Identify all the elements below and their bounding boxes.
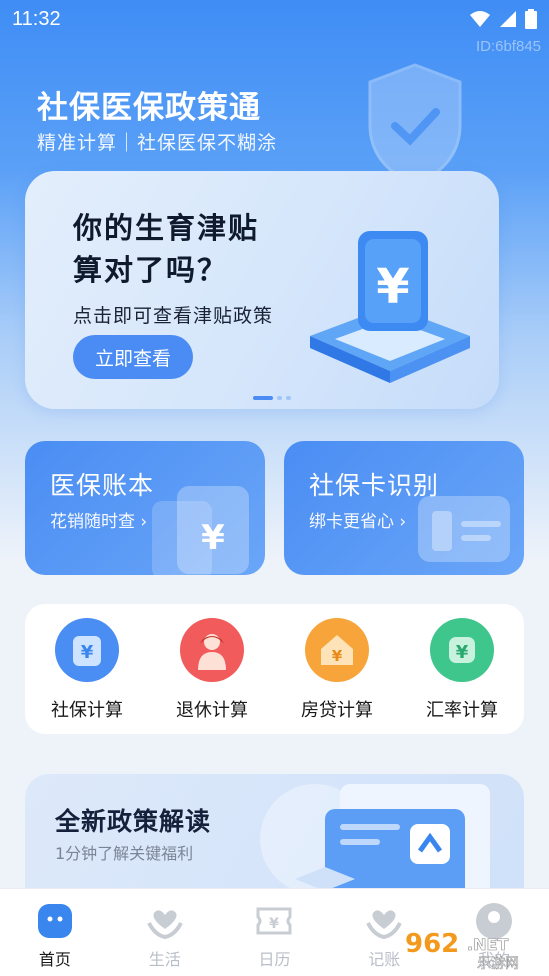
tool-label: 退休计算: [176, 700, 248, 721]
yen-badge-icon: ¥: [430, 618, 494, 682]
retiree-icon: [180, 618, 244, 682]
app-title: 社保医保政策通: [37, 90, 261, 126]
tool-exchange-rate-calc[interactable]: ¥ 汇率计算: [412, 618, 512, 722]
tab-life[interactable]: 生活: [110, 889, 220, 976]
banner-title-line2: 算对了吗？: [73, 253, 229, 287]
social-card-recognition-card[interactable]: 社保卡识别 绑卡更省心 ›: [284, 441, 524, 575]
battery-icon: [525, 9, 537, 29]
medical-ledger-card[interactable]: 医保账本 花销随时查 › ¥: [25, 441, 265, 575]
tab-calendar[interactable]: ¥ 日历: [220, 889, 330, 976]
promo-banner[interactable]: 你的生育津贴 算对了吗？ 点击即可查看津贴政策 立即查看 ¥: [25, 171, 499, 409]
pagination-dot: [277, 396, 282, 400]
policy-subtitle: 1分钟了解关键福利: [55, 844, 194, 863]
yen-card-icon: ¥: [55, 618, 119, 682]
yen-receipt-icon: ¥: [152, 486, 249, 575]
watermark-number: 962: [405, 929, 459, 959]
tool-label: 社保计算: [51, 700, 123, 721]
view-now-button[interactable]: 立即查看: [73, 335, 193, 379]
svg-text:¥: ¥: [332, 647, 343, 665]
home-icon: [37, 904, 72, 938]
tab-label: 记账: [368, 950, 401, 969]
banner-title-line1: 你的生育津贴: [73, 211, 260, 245]
banner-title: 你的生育津贴 算对了吗？: [73, 207, 259, 291]
calculator-tools-panel: ¥ 社保计算 退休计算 ¥ 房贷计算 ¥ 汇率计算: [25, 604, 524, 734]
signal-icon: [500, 11, 516, 27]
banner-subtitle: 点击即可查看津贴政策: [73, 305, 274, 327]
site-watermark-logo: 962 .NET 乐游网: [405, 929, 519, 970]
feature-subtitle: 绑卡更省心 ›: [309, 512, 407, 532]
ticket-yen-icon: ¥: [256, 907, 292, 935]
tab-label: 首页: [38, 950, 71, 969]
feature-subtitle: 花销随时查 ›: [50, 512, 148, 532]
tool-retirement-calc[interactable]: 退休计算: [162, 618, 262, 722]
yen-platform-icon: ¥: [310, 231, 470, 383]
heart-hands-icon: [366, 910, 403, 940]
heart-hands-icon: [146, 910, 183, 940]
feature-title: 医保账本: [50, 471, 155, 500]
svg-text:¥: ¥: [376, 259, 409, 315]
pagination-dot-active: [253, 396, 273, 400]
policy-title: 全新政策解读: [55, 807, 212, 836]
pagination-dot: [286, 396, 291, 400]
house-yen-icon: ¥: [305, 618, 369, 682]
wifi-icon: [470, 11, 490, 27]
svg-text:¥: ¥: [456, 642, 469, 663]
tool-label: 汇率计算: [426, 700, 498, 721]
tab-label: 日历: [258, 950, 291, 969]
svg-text:¥: ¥: [201, 518, 225, 558]
tool-social-insurance-calc[interactable]: ¥ 社保计算: [37, 618, 137, 722]
app-subtitle: 精准计算｜社保医保不糊涂: [37, 132, 278, 154]
svg-text:¥: ¥: [270, 916, 280, 932]
status-icons: [469, 9, 537, 29]
status-bar: 11:32: [0, 0, 549, 38]
tool-mortgage-calc[interactable]: ¥ 房贷计算: [287, 618, 387, 722]
id-card-icon: [418, 496, 510, 562]
watermark-text: 乐游网: [477, 956, 519, 970]
svg-text:¥: ¥: [81, 642, 94, 663]
status-time: 11:32: [12, 7, 61, 30]
watermark-id: ID:6bf845: [475, 38, 541, 55]
tab-home[interactable]: 首页: [0, 889, 110, 976]
banner-pagination: [253, 396, 291, 400]
watermark-suffix: .NET: [467, 935, 508, 954]
tool-label: 房贷计算: [301, 700, 373, 721]
tab-label: 生活: [148, 950, 181, 969]
